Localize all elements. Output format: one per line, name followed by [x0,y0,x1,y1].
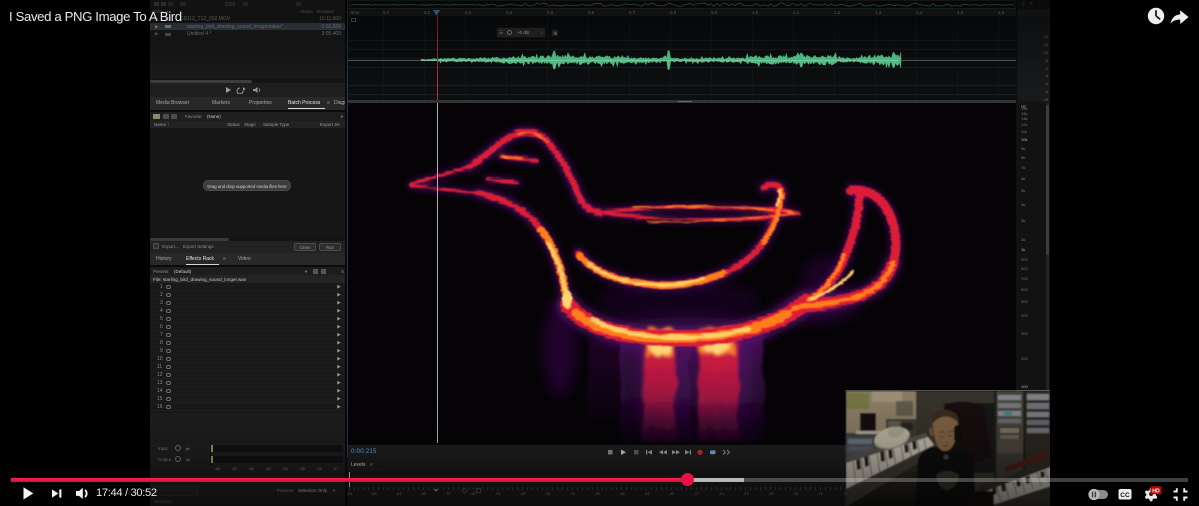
svg-text:CC: CC [1120,492,1130,499]
svg-text:HD: HD [1152,489,1160,495]
